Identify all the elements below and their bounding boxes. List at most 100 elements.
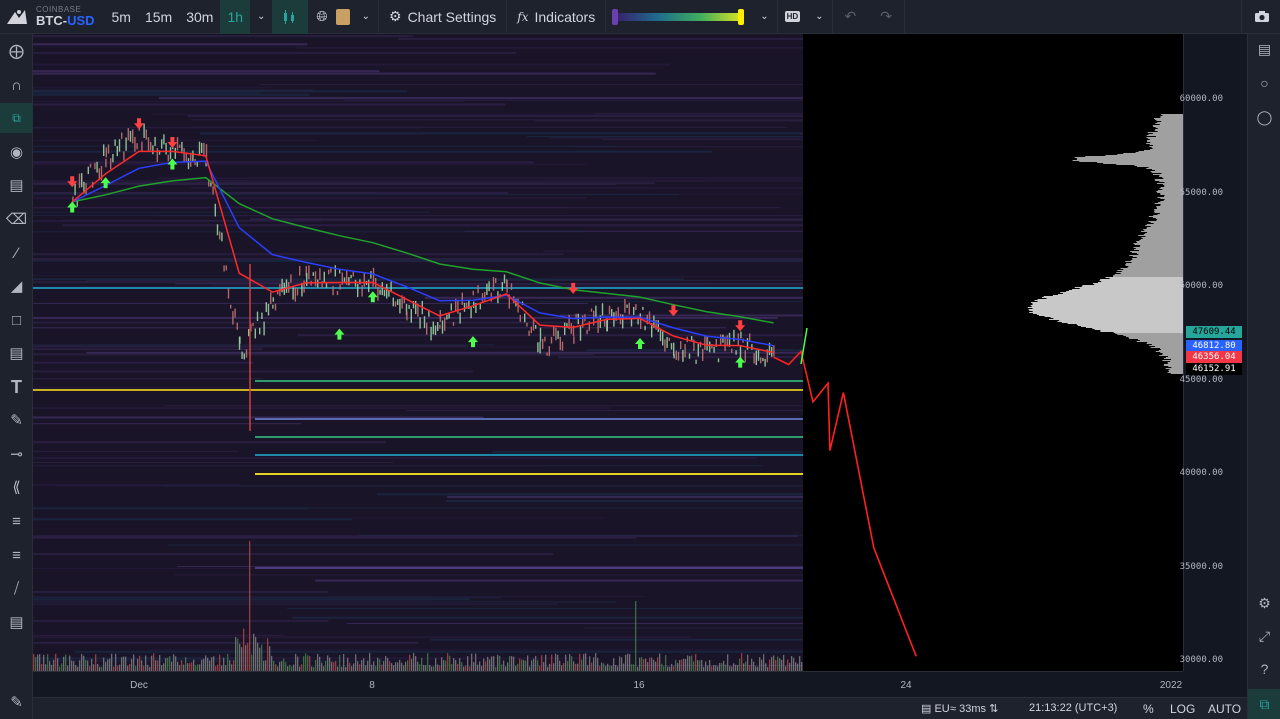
volume-profile-row <box>1161 173 1183 174</box>
magnet-tool[interactable]: ∩ <box>0 70 33 100</box>
timeframe-dropdown[interactable]: ⌄ <box>250 0 272 34</box>
volume-bar <box>777 656 779 671</box>
percent-scale-toggle[interactable]: % <box>1143 702 1154 716</box>
volume-bar <box>761 659 763 671</box>
chart-area[interactable] <box>33 34 1183 671</box>
clock-display[interactable]: 21:13:22 (UTC+3) <box>1029 702 1117 714</box>
hd-button[interactable]: HD <box>778 0 808 34</box>
volume-profile-row <box>1074 157 1183 158</box>
hd-dropdown[interactable]: ⌄ <box>807 0 831 34</box>
symbol-selector[interactable]: COINBASE BTC-USD <box>34 6 105 28</box>
volume-bar <box>417 661 419 671</box>
lock-button[interactable] <box>332 0 354 34</box>
edit-tool[interactable]: ✎ <box>0 687 33 717</box>
globe-button[interactable]: 🌐︎ <box>308 0 331 34</box>
liquidity-level <box>255 436 803 438</box>
price-candle <box>127 128 129 141</box>
notes-tool[interactable]: ▤ <box>0 607 33 637</box>
candle-chart-button[interactable] <box>272 0 309 34</box>
price-candle <box>270 292 272 305</box>
timeframe-5m[interactable]: 5m <box>105 0 138 34</box>
price-candle <box>163 134 165 145</box>
style-dropdown[interactable]: ⌄ <box>354 0 378 34</box>
fib-retracement-tool[interactable]: ≡ <box>0 506 33 536</box>
volume-profile-row <box>1067 323 1183 324</box>
brush-tool[interactable]: ✎ <box>0 405 33 435</box>
volume-bar <box>569 654 571 671</box>
vertical-line-tool[interactable]: ⟪ <box>0 472 33 502</box>
text-tool[interactable]: T <box>0 372 33 402</box>
horizontal-ray-tool[interactable]: ⊸ <box>0 439 33 469</box>
heatmap-band <box>33 597 502 599</box>
price-candle <box>542 338 544 350</box>
heatmap-band <box>162 485 803 487</box>
volume-profile-row <box>1135 248 1183 249</box>
liquidity-level <box>255 473 803 475</box>
redo-icon: ↷ <box>880 8 893 24</box>
price-chart[interactable] <box>33 34 1183 671</box>
drawing-mode-tool[interactable]: ⧉ <box>0 103 33 133</box>
slider-max-handle[interactable] <box>738 8 745 25</box>
volume-profile-row <box>1125 261 1183 262</box>
remove-drawings-tool[interactable]: ⌫ <box>0 204 33 234</box>
price-candle <box>292 287 294 300</box>
price-candle <box>245 349 248 358</box>
heatmap-gradient-slider[interactable] <box>612 8 745 25</box>
trendline-tool[interactable]: ∕ <box>0 238 33 268</box>
undo-button[interactable]: ↶ <box>833 0 869 34</box>
auto-scale-toggle[interactable]: AUTO <box>1208 702 1241 716</box>
volume-profile-row <box>1154 130 1183 131</box>
fib-tool[interactable]: ◢ <box>0 271 33 301</box>
volume-profile-row <box>1136 253 1183 254</box>
liquidity-level <box>255 418 803 420</box>
orderbook-button[interactable]: ▤ <box>1248 34 1280 64</box>
log-scale-toggle[interactable]: LOG <box>1170 702 1195 716</box>
slider-min-handle[interactable] <box>612 8 619 25</box>
ideas-button[interactable]: ◯ <box>1248 102 1280 132</box>
screenshot-button[interactable] <box>1242 0 1280 34</box>
logo-icon[interactable] <box>0 0 34 34</box>
time-axis[interactable]: Dec 8 16 24 2022 <box>33 671 1183 697</box>
fullscreen-button[interactable]: ⤢ <box>1248 621 1280 651</box>
volume-profile-row <box>1160 201 1183 202</box>
volume-bar <box>229 660 231 671</box>
indicators-button[interactable]: fx Indicators <box>507 0 605 34</box>
parallel-channel-tool[interactable]: ≡ <box>0 540 33 570</box>
heatmap-band <box>548 136 803 139</box>
chat-button[interactable]: ○ <box>1248 68 1280 98</box>
volume-profile-row <box>1136 257 1183 258</box>
settings-button[interactable]: ⚙︎ <box>1248 588 1280 618</box>
hotkeys-button[interactable]: ⧉ <box>1248 689 1280 719</box>
lock-drawings-tool[interactable]: ▤ <box>0 170 33 200</box>
rectangle-tool[interactable]: □ <box>0 305 33 335</box>
volume-profile-row <box>1072 289 1183 290</box>
crosshair-tool[interactable]: ⨁ <box>0 36 33 66</box>
chart-settings-button[interactable]: ⚙︎ Chart Settings <box>379 0 506 34</box>
volume-profile-row <box>1131 258 1183 259</box>
visibility-tool[interactable]: ◉ <box>0 137 33 167</box>
timeframe-1h[interactable]: 1h <box>220 0 251 34</box>
region-selector[interactable]: ▤ EU <box>921 702 950 715</box>
volume-profile-row <box>1037 301 1183 302</box>
ruler-tool[interactable]: ▤ <box>0 338 33 368</box>
price-axis[interactable]: 60000.00 55000.00 50000.00 45000.00 4000… <box>1180 34 1247 671</box>
timeframe-15m[interactable]: 15m <box>138 0 179 34</box>
price-candle <box>147 137 150 152</box>
redo-button[interactable]: ↷ <box>868 0 904 34</box>
volume-profile-row <box>1148 216 1183 217</box>
heatmap-band <box>33 207 781 209</box>
price-candle <box>559 336 561 351</box>
volume-bar <box>557 654 559 671</box>
price-candle <box>528 330 530 336</box>
timeframe-30m[interactable]: 30m <box>179 0 220 34</box>
volume-profile-row <box>1076 324 1183 325</box>
volume-bar <box>739 658 741 671</box>
pencil-tool[interactable]: ⧸ <box>0 573 33 603</box>
price-candle <box>89 163 92 168</box>
volume-profile-row <box>1160 117 1183 118</box>
volume-bar <box>281 661 283 671</box>
volume-profile-row <box>1159 175 1183 176</box>
price-candle <box>330 268 332 273</box>
drawing-toolbar: ⨁ ∩ ⧉ ◉ ▤ ⌫ ∕ ◢ □ ▤ T ✎ ⊸ ⟪ ≡ ≡ ⧸ ▤ ✎ <box>0 34 33 719</box>
gradient-dropdown[interactable]: ⌄ <box>752 0 776 34</box>
